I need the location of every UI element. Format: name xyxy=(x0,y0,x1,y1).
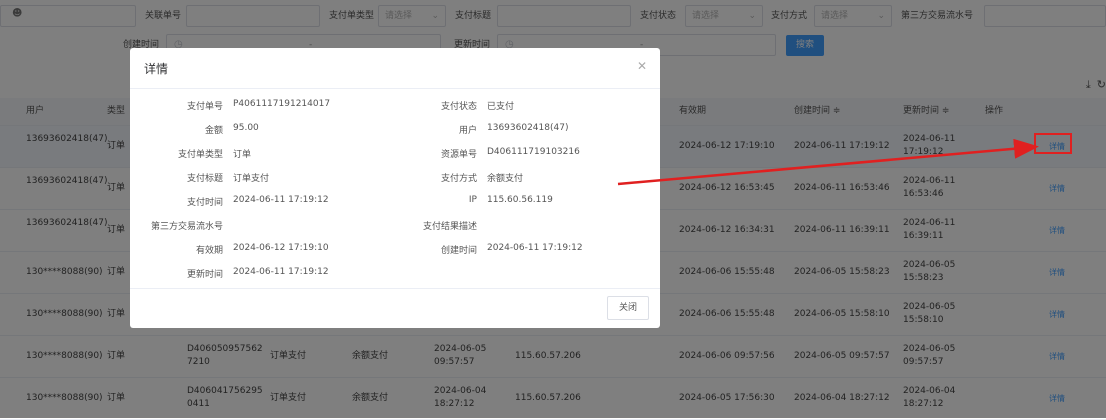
field-label: IP xyxy=(468,195,477,205)
field-label: 支付标题 xyxy=(186,174,223,184)
field-label: 更新时间 xyxy=(186,270,223,280)
highlight-box xyxy=(1034,133,1072,154)
close-button[interactable]: 关闭 xyxy=(607,296,649,320)
field-value: 13693602418(47) xyxy=(487,123,569,133)
field-value: 2024-06-11 17:19:12 xyxy=(233,267,329,277)
field-value: 2024-06-11 17:19:12 xyxy=(233,195,329,205)
field-label: 资源单号 xyxy=(440,150,477,160)
close-icon[interactable]: ✕ xyxy=(637,59,647,73)
field-value: 2024-06-11 17:19:12 xyxy=(487,243,583,253)
field-value: 余额支付 xyxy=(487,174,524,184)
dialog-footer: 关闭 xyxy=(130,288,660,329)
field-value: 订单 xyxy=(233,150,252,160)
field-value: 2024-06-12 17:19:10 xyxy=(233,243,329,253)
payment-list-page: ☻ 关联单号 支付单类型 请选择 ⌄ 支付标题 支付状态 请选择 ⌄ 支付方式 … xyxy=(0,0,1106,420)
field-label: 有效期 xyxy=(195,246,223,256)
field-value: 订单支付 xyxy=(233,174,270,184)
field-label: 支付单类型 xyxy=(177,150,223,160)
field-value: 115.60.56.119 xyxy=(487,195,553,205)
field-value: D406111719103216 xyxy=(487,147,580,157)
field-label: 支付状态 xyxy=(440,102,477,112)
field-label: 支付单号 xyxy=(186,102,223,112)
field-label: 金额 xyxy=(204,126,223,136)
detail-dialog: 详情 ✕ 支付单号 P4061117191214017 金额 95.00 支付单… xyxy=(130,48,660,328)
field-label: 创建时间 xyxy=(440,246,477,256)
field-label: 用户 xyxy=(458,126,477,136)
field-label: 支付结果描述 xyxy=(422,222,477,232)
dialog-header: 详情 ✕ xyxy=(130,48,660,89)
dialog-title: 详情 xyxy=(144,62,169,76)
field-label: 支付方式 xyxy=(440,174,477,184)
field-label: 支付时间 xyxy=(186,198,223,208)
field-value: 95.00 xyxy=(233,123,259,133)
field-label: 第三方交易流水号 xyxy=(150,222,223,232)
field-value: P4061117191214017 xyxy=(233,99,331,109)
field-value: 已支付 xyxy=(487,102,515,112)
